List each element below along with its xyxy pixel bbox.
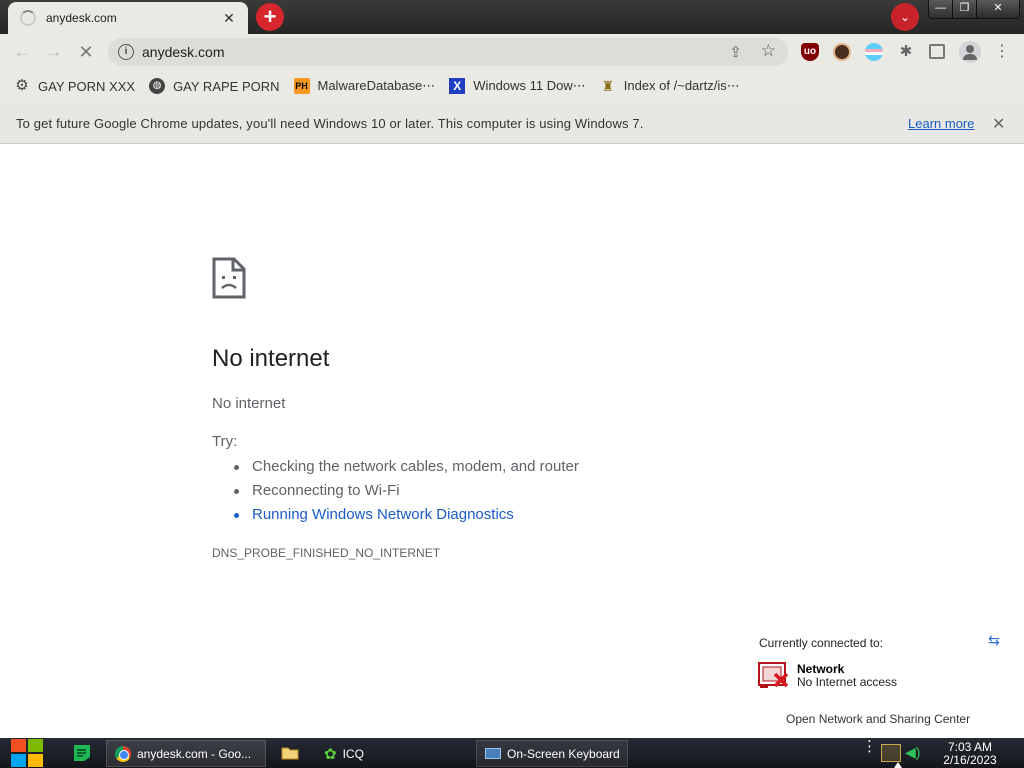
flag-extension-icon[interactable] <box>865 43 883 61</box>
bookmark-label: Index of /~dartz/is⋯ <box>623 78 740 93</box>
taskbar: anydesk.com - Goo... ✿ ICQ On-Screen Key… <box>0 738 1024 768</box>
network-flyout: Currently connected to: ⇆ Network No Int… <box>748 624 1018 736</box>
suggestion-item: Reconnecting to Wi-Fi <box>232 481 579 505</box>
bookmark-label: GAY PORN XXX <box>38 78 136 94</box>
ph-icon: PH <box>293 78 310 94</box>
tray-volume-icon[interactable]: ◀) <box>905 744 920 761</box>
icq-flower-icon: ✿ <box>324 745 337 763</box>
network-name: Network <box>797 662 845 676</box>
network-sharing-center-link[interactable]: Open Network and Sharing Center <box>786 712 970 726</box>
system-clock[interactable]: 7:03 AM 2/16/2023 <box>934 741 1006 767</box>
taskbar-icq[interactable]: ✿ ICQ <box>316 740 466 767</box>
learn-more-link[interactable]: Learn more <box>908 116 974 131</box>
bookmark-item[interactable]: ⚙ GAY PORN XXX <box>14 73 135 99</box>
address-bar[interactable]: i anydesk.com ⇪ ☆ <box>108 38 788 66</box>
site-info-icon[interactable]: i <box>118 44 134 60</box>
tab-close-icon[interactable]: ✕ <box>220 10 238 27</box>
bookmark-item[interactable]: X Windows 11 Dow⋯ <box>449 73 586 99</box>
forward-button[interactable]: → <box>42 40 66 64</box>
bookmark-label: Windows 11 Dow⋯ <box>473 78 586 93</box>
error-subtitle: No internet <box>212 395 286 412</box>
no-internet-network-icon <box>758 662 789 688</box>
suggestion-item: Checking the network cables, modem, and … <box>232 457 579 481</box>
maximize-button[interactable]: ❐ <box>952 0 977 19</box>
tray-overflow-icon[interactable]: ⋮ <box>862 739 877 754</box>
flyout-header: Currently connected to: <box>759 636 884 650</box>
minimize-button[interactable]: — <box>928 0 953 19</box>
close-window-button[interactable]: ✕ <box>976 0 1020 19</box>
browser-toolbar: ← → ✕ i anydesk.com ⇪ ☆ uo ✱ ⋮ <box>0 34 1024 70</box>
update-infobar: To get future Google Chrome updates, you… <box>0 102 1024 144</box>
index-icon: ♜ <box>601 78 615 94</box>
tab-title: anydesk.com <box>46 11 117 25</box>
taskbar-label: On-Screen Keyboard <box>507 746 620 761</box>
tab-search-button[interactable]: ⌄ <box>891 3 919 31</box>
bookmark-item[interactable]: ◍ GAY RAPE PORN <box>149 73 280 99</box>
suggestion-list: Checking the network cables, modem, and … <box>232 457 579 529</box>
profile-avatar[interactable] <box>959 41 981 63</box>
folder-icon[interactable] <box>280 743 300 763</box>
sad-document-icon <box>212 257 246 299</box>
taskbar-label: anydesk.com - Goo... <box>137 746 252 761</box>
try-label: Try: <box>212 433 238 450</box>
bookmark-item[interactable]: PH MalwareDatabase⋯ <box>293 73 436 99</box>
bookmark-label: MalwareDatabase⋯ <box>317 78 436 93</box>
infobar-message: To get future Google Chrome updates, you… <box>16 116 644 131</box>
gear-icon: ⚙ <box>15 77 29 94</box>
address-url[interactable]: anydesk.com <box>142 44 224 60</box>
chrome-menu-icon[interactable]: ⋮ <box>994 42 1010 62</box>
extensions-puzzle-icon[interactable]: ✱ <box>897 43 915 61</box>
start-button[interactable] <box>10 738 44 768</box>
avatar-extension-icon[interactable] <box>833 43 851 61</box>
bookmark-label: GAY RAPE PORN <box>173 78 280 94</box>
error-code: DNS_PROBE_FINISHED_NO_INTERNET <box>212 546 441 560</box>
network-status: No Internet access <box>797 675 898 689</box>
infobar-close-icon[interactable]: ✕ <box>992 114 1005 134</box>
loading-spinner-icon <box>20 10 36 26</box>
taskbar-label: ICQ <box>342 746 364 761</box>
share-icon[interactable]: ⇪ <box>729 43 742 61</box>
chrome-icon <box>115 745 131 762</box>
tab-strip: anydesk.com ✕ + ⌄ — ❐ ✕ <box>0 0 1024 34</box>
taskbar-on-screen-keyboard[interactable]: On-Screen Keyboard <box>476 740 628 767</box>
network-diagnostics-link[interactable]: Running Windows Network Diagnostics <box>232 505 579 529</box>
mouse-cursor-icon <box>894 762 902 768</box>
bookmark-item[interactable]: ♜ Index of /~dartz/is⋯ <box>600 73 740 99</box>
globe-icon: ◍ <box>149 78 166 94</box>
refresh-icon[interactable]: ⇆ <box>988 632 1000 649</box>
bookmark-star-icon[interactable]: ☆ <box>761 41 776 61</box>
page-title: No internet <box>212 345 330 372</box>
side-panel-icon[interactable] <box>929 44 945 59</box>
x-icon: X <box>449 78 466 94</box>
keyboard-icon <box>485 748 501 759</box>
tab-anydesk[interactable]: anydesk.com ✕ <box>8 2 248 34</box>
tray-network-icon[interactable] <box>881 744 901 762</box>
new-tab-button[interactable]: + <box>256 3 284 31</box>
taskbar-chrome[interactable]: anydesk.com - Goo... <box>106 740 266 767</box>
stop-loading-button[interactable]: ✕ <box>74 40 98 64</box>
back-button[interactable]: ← <box>10 40 34 64</box>
bookmarks-bar: ⚙ GAY PORN XXX ◍ GAY RAPE PORN PH Malwar… <box>0 70 1024 102</box>
clock-date: 2/16/2023 <box>943 753 997 767</box>
ublock-extension-icon[interactable]: uo <box>801 43 819 61</box>
green-app-icon[interactable] <box>72 743 92 763</box>
